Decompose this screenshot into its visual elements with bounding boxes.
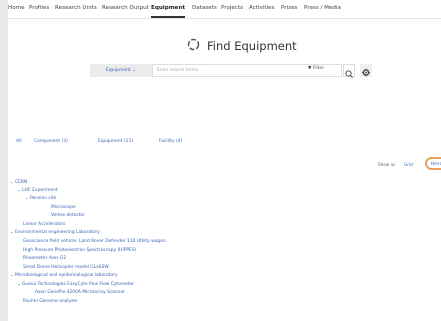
page-title: Find Equipment	[207, 39, 297, 53]
chevron-down-icon: ⌄	[132, 68, 137, 73]
grid-view-link[interactable]: Grid	[404, 162, 413, 167]
left-gutter	[0, 0, 8, 321]
tree-item[interactable]: ⌄Environmental engineering Laboratory	[10, 230, 100, 235]
settings-button[interactable]	[360, 64, 372, 77]
gear-icon	[362, 68, 370, 77]
tree-item[interactable]: ⌄Microbiological and epidemiological lab…	[10, 273, 118, 278]
tree-item[interactable]: Axon GenePix 4200A Microarray Scanner	[35, 290, 125, 295]
tree-item[interactable]: ⌄Pension site	[25, 196, 56, 201]
nav-item-research-units[interactable]: Research Units	[55, 5, 97, 11]
tree-item[interactable]: ⌄CERN	[10, 180, 27, 185]
tab-component[interactable]: Component (3)	[34, 139, 68, 144]
tree-item[interactable]: Geoscience field vehicle: Land Rover Def…	[23, 239, 167, 244]
tab-equipment[interactable]: Equipment (11)	[98, 139, 133, 144]
filter-icon: ▼	[308, 66, 312, 71]
nav-item-research-output[interactable]: Research Output	[102, 5, 149, 11]
nav-item-datasets[interactable]: Datasets	[192, 5, 217, 11]
hierarchy-view-button[interactable]: Hiera	[425, 157, 441, 170]
top-nav: Home Profiles Research Units Research Ou…	[8, 0, 441, 19]
tree-item[interactable]: ⌄LHC Experiment	[17, 188, 58, 193]
nav-item-press-media[interactable]: Press / Media	[304, 5, 341, 11]
tree-item[interactable]: High Pressure Photoelectron Spectroscopy…	[23, 248, 136, 253]
nav-item-prizes[interactable]: Prizes	[281, 5, 297, 11]
filter-button[interactable]: ▼ Filter	[308, 66, 324, 71]
tree-item[interactable]: Linear Accelerators	[23, 222, 65, 227]
tab-facility[interactable]: Facility (4)	[159, 139, 182, 144]
filter-label: Filter	[312, 66, 325, 71]
spinner-icon	[187, 38, 200, 51]
nav-item-profiles[interactable]: Profiles	[29, 5, 49, 11]
show-as-label: Show as	[378, 162, 396, 167]
tree-item[interactable]: Illumni Genome analyzer	[23, 299, 78, 304]
search-button[interactable]	[343, 64, 355, 78]
nav-item-equipment[interactable]: Equipment	[151, 5, 185, 11]
tab-all[interactable]: All	[16, 139, 22, 144]
nav-item-home[interactable]: Home	[8, 5, 25, 11]
nav-item-projects[interactable]: Projects	[221, 5, 243, 11]
type-select-label: Equipment	[105, 68, 131, 73]
active-tab-underline	[151, 16, 185, 18]
tree-item[interactable]: Rheometer Ares G2	[23, 256, 66, 261]
tree-item[interactable]: Vertex detector	[51, 213, 85, 218]
nav-item-activities[interactable]: Activities	[249, 5, 275, 11]
type-select[interactable]: Equipment ⌄	[90, 64, 152, 77]
tree-item[interactable]: ⌄Guava Technologies EasyCyte Plus Flow C…	[17, 282, 134, 287]
tree-item[interactable]: Small Drone Helicopter model GLaSSW.	[23, 265, 110, 270]
search-icon	[345, 70, 353, 78]
tree-item[interactable]: Microscope	[51, 205, 76, 210]
